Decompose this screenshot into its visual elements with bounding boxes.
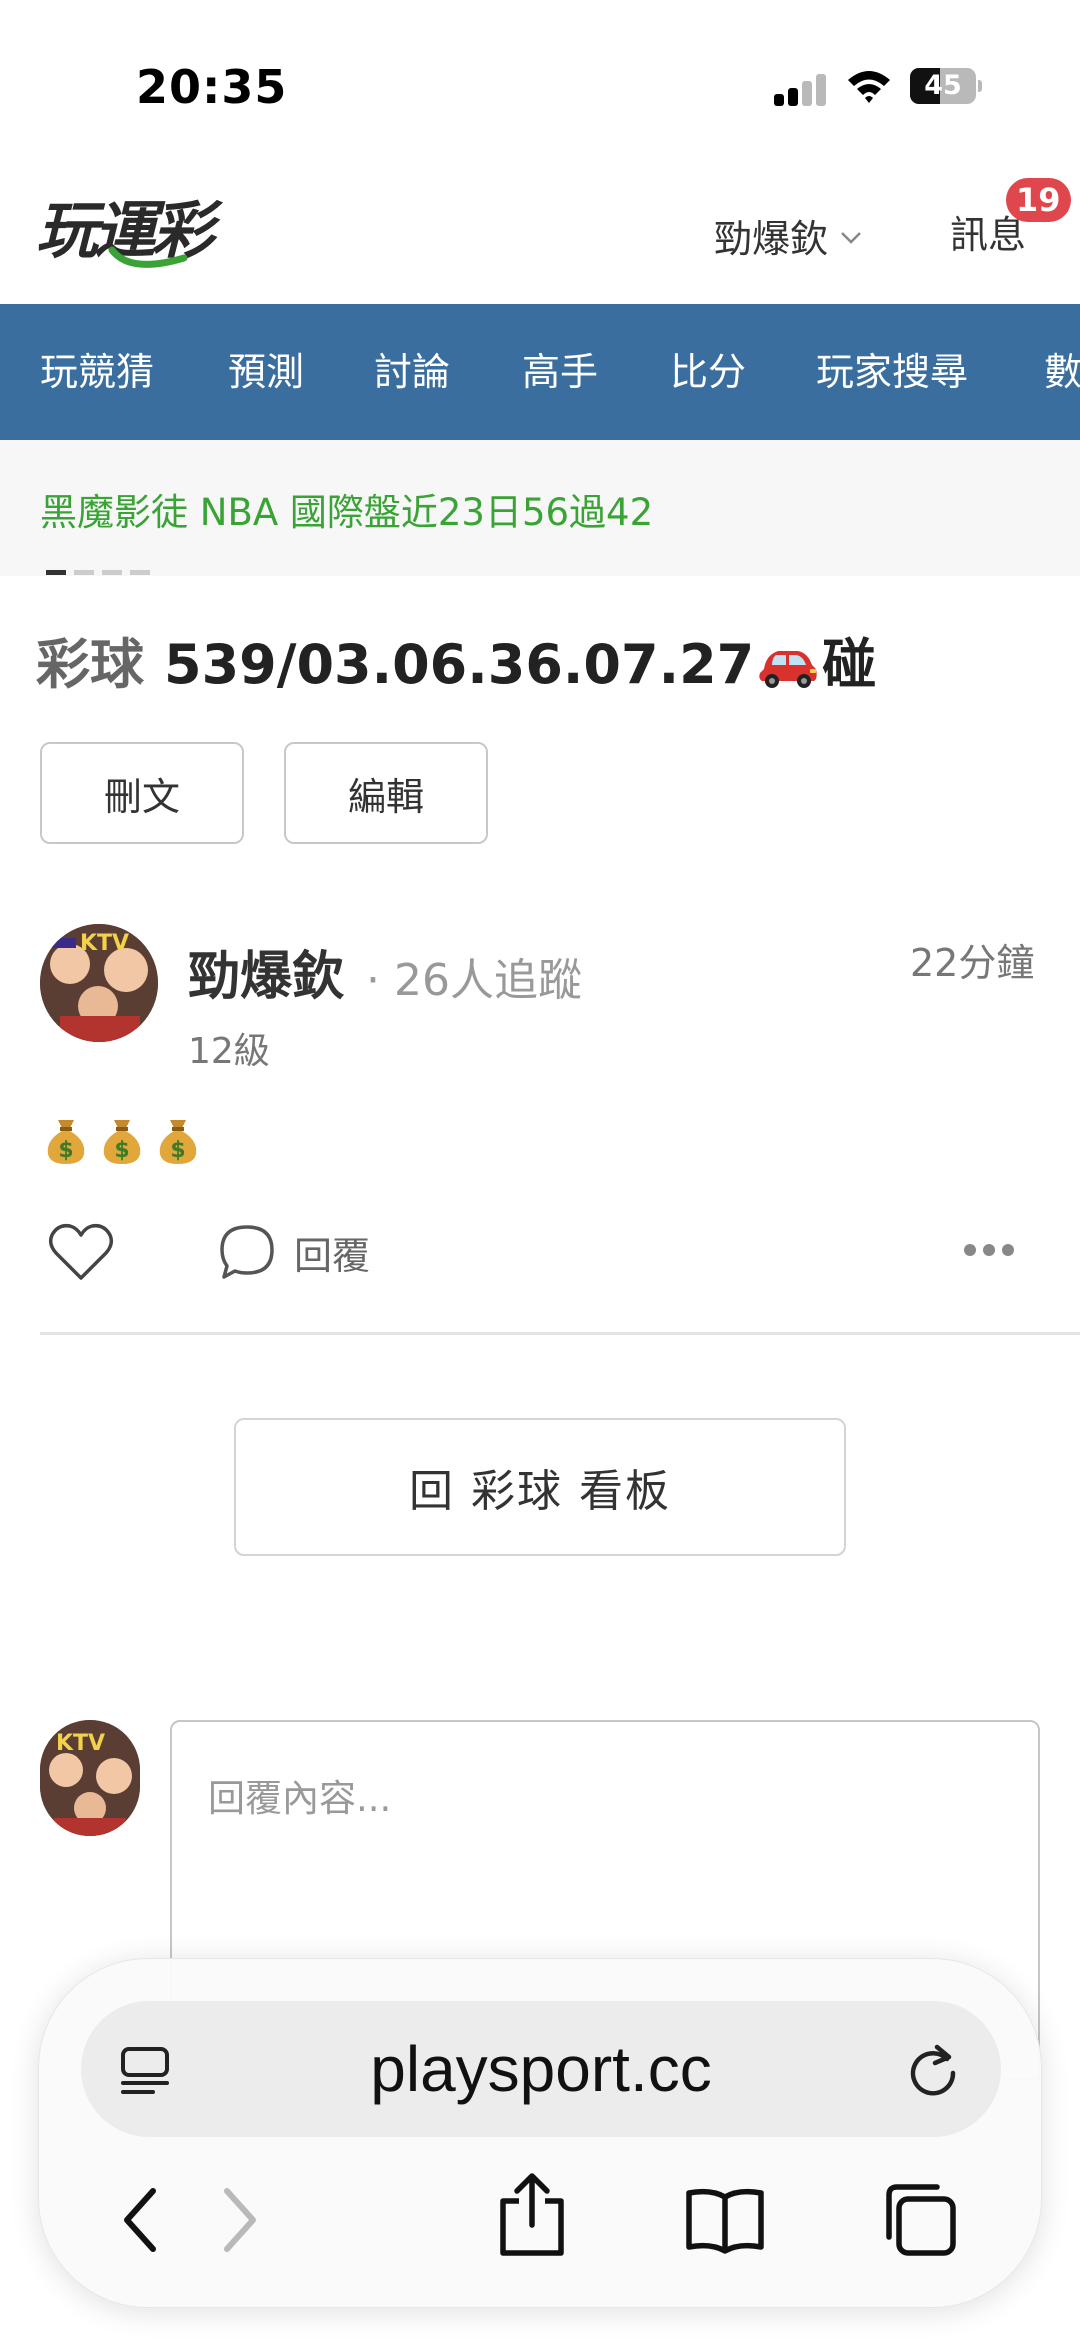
post-board-name[interactable]: 彩球 (36, 633, 144, 696)
site-header: 玩運彩 勁爆欽 訊息 19 (0, 150, 1080, 304)
comment-icon (220, 1225, 274, 1279)
edit-post-button[interactable]: 編輯 (284, 742, 488, 844)
current-user-avatar: KTV (40, 1720, 140, 1836)
back-to-board-button[interactable]: 回 彩球 看板 (234, 1418, 846, 1556)
reply-button[interactable]: 回覆 (218, 1222, 370, 1282)
delete-post-button[interactable]: 刪文 (40, 742, 244, 844)
site-logo[interactable]: 玩運彩 (34, 188, 264, 278)
nav-item-guess[interactable]: 玩競猜 (40, 304, 154, 440)
divider (40, 1332, 1080, 1335)
forward-arrow-icon[interactable] (215, 2185, 263, 2255)
reply-placeholder: 回覆內容... (208, 1777, 392, 1820)
reader-mode-icon[interactable] (119, 2045, 175, 2095)
svg-text:$: $ (114, 1138, 129, 1163)
money-bag-icon: $ (47, 1120, 85, 1164)
url-text: playsport.cc (370, 2033, 712, 2105)
browser-toolbar: playsport.cc (38, 1958, 1042, 2308)
svg-text:$: $ (58, 1138, 73, 1163)
nav-item-discuss[interactable]: 討論 (374, 304, 450, 440)
heart-icon[interactable] (48, 1222, 114, 1282)
post-title-suffix: 碰 (822, 633, 877, 696)
money-bag-icon: $ (159, 1120, 197, 1164)
reload-icon[interactable] (905, 2041, 961, 2097)
reply-label: 回覆 (294, 1233, 371, 1278)
nav-item-predict[interactable]: 預測 (228, 304, 304, 440)
svg-text:$: $ (170, 1138, 185, 1163)
svg-text:玩運彩: 玩運彩 (36, 194, 224, 267)
nav-item-player-search[interactable]: 玩家搜尋 (816, 304, 968, 440)
author-name[interactable]: 勁爆欽 (188, 934, 344, 1009)
cellular-signal-icon (774, 74, 826, 106)
ticker-dot[interactable] (46, 570, 66, 575)
bookmarks-icon[interactable] (683, 2185, 767, 2255)
status-bar: 20:35 45 (0, 0, 1080, 150)
ticker-dot[interactable] (102, 570, 122, 575)
screen: 20:35 45 玩運彩 勁爆欽 訊息 19 玩競猜 預測 討論 高手 比分 玩… (0, 0, 1080, 2348)
main-nav: 玩競猜 預測 討論 高手 比分 玩家搜尋 數 (0, 304, 1080, 440)
post-title-text: 539/03.06.36.07.27 (164, 633, 755, 696)
ticker-pagination (46, 570, 156, 576)
author-avatar[interactable]: KTV (40, 924, 158, 1042)
svg-text:KTV: KTV (80, 931, 129, 956)
more-options-icon[interactable] (964, 1244, 1014, 1258)
nav-item-data[interactable]: 數 (1044, 304, 1080, 440)
battery-icon: 45 (910, 68, 982, 104)
car-icon (759, 651, 817, 689)
post-title: 彩球 539/03.06.36.07.27 碰 (36, 620, 876, 699)
author-followers: · 26人追蹤 (366, 955, 582, 1006)
chevron-down-icon (841, 232, 861, 244)
tabs-icon[interactable] (879, 2179, 959, 2259)
news-ticker: 黑魔影徒 NBA 國際盤近23日56過42 (0, 440, 1080, 576)
back-arrow-icon[interactable] (117, 2185, 165, 2255)
money-bag-icon: $ (103, 1120, 141, 1164)
ticker-text[interactable]: 黑魔影徒 NBA 國際盤近23日56過42 (40, 482, 653, 536)
ticker-dot[interactable] (130, 570, 150, 575)
messages-badge: 19 (1006, 178, 1071, 222)
ticker-dot[interactable] (74, 570, 94, 575)
share-icon[interactable] (495, 2171, 569, 2257)
status-time: 20:35 (136, 60, 288, 114)
user-menu-name: 勁爆欽 (714, 216, 829, 261)
post-time: 22分鐘 (910, 941, 1035, 985)
nav-item-experts[interactable]: 高手 (522, 304, 598, 440)
user-menu-dropdown[interactable]: 勁爆欽 (714, 210, 862, 261)
svg-text:KTV: KTV (56, 1731, 105, 1756)
post-content: $ $ $ (44, 1112, 200, 1166)
battery-level: 45 (924, 70, 962, 101)
author-level: 12級 (188, 1031, 270, 1072)
nav-item-scores[interactable]: 比分 (670, 304, 746, 440)
address-bar[interactable]: playsport.cc (81, 2001, 1001, 2137)
wifi-icon (848, 71, 890, 103)
